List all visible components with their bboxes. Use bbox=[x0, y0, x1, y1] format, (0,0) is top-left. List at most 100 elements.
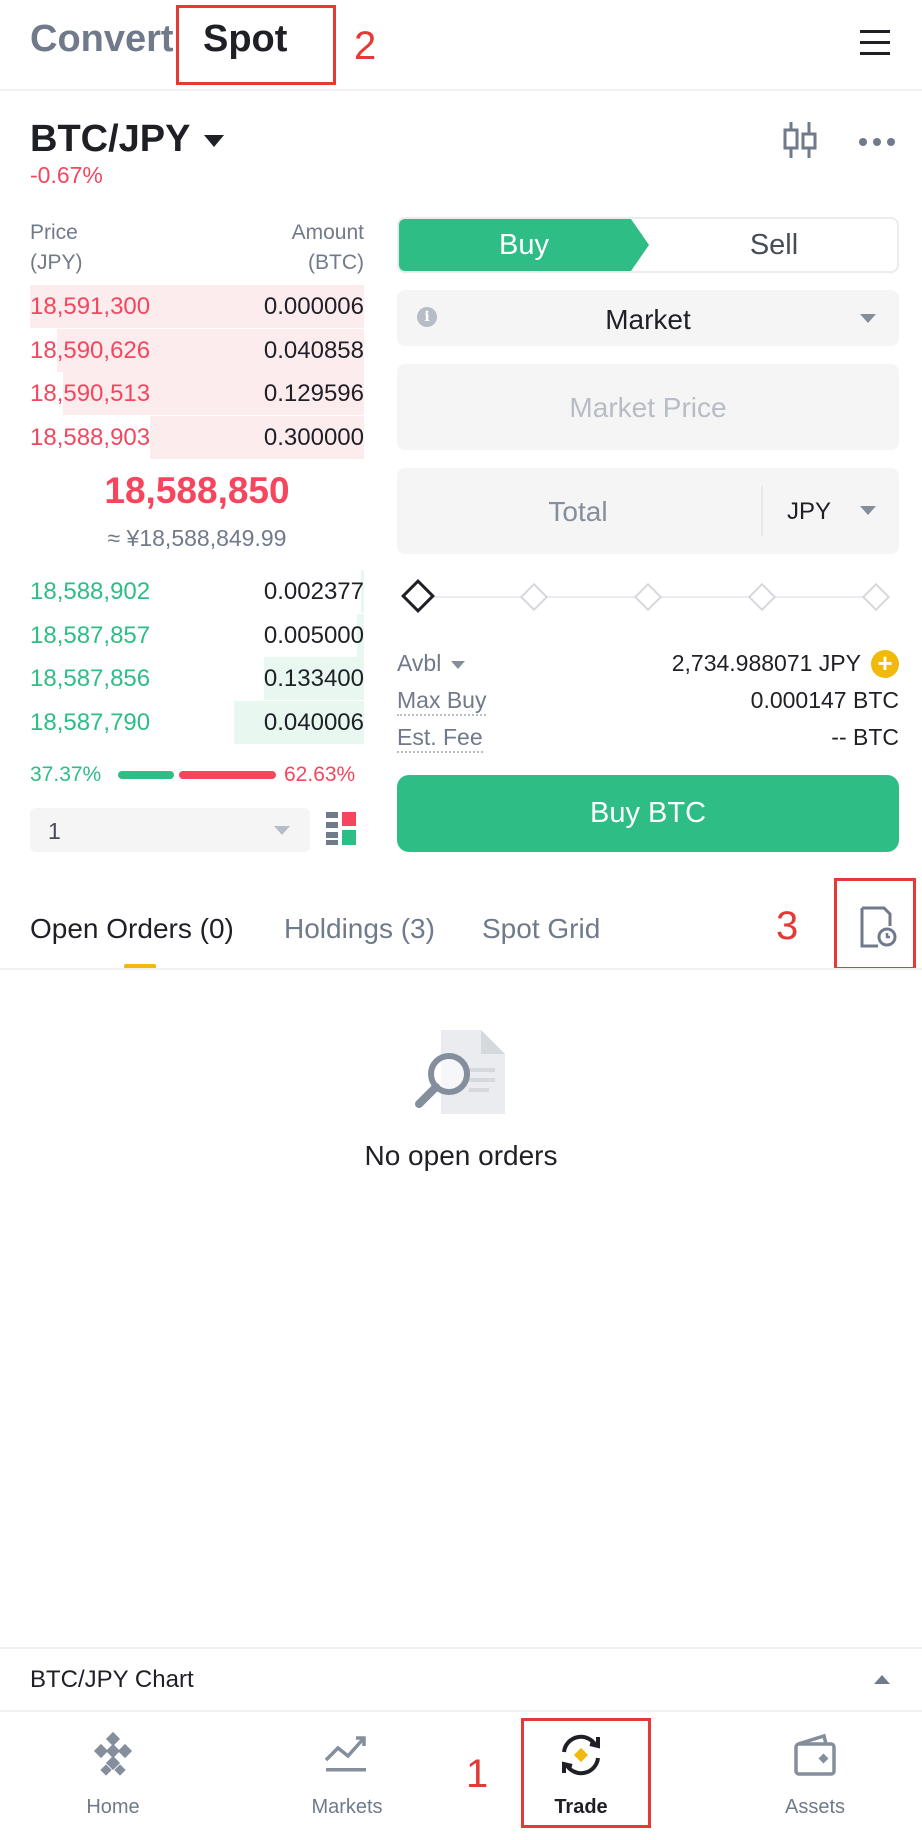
slider-step-50[interactable] bbox=[633, 582, 663, 612]
sell-ratio: 62.63% bbox=[284, 763, 356, 786]
bid-amount: 0.133400 bbox=[263, 665, 364, 692]
orderbook-price-header: Price (JPY) bbox=[30, 218, 83, 278]
ask-row[interactable]: 18,588,903 0.300000 bbox=[30, 415, 364, 459]
bid-row[interactable]: 18,587,857 0.005000 bbox=[30, 613, 364, 657]
ask-price: 18,590,626 bbox=[30, 336, 151, 364]
order-history-icon[interactable] bbox=[858, 906, 898, 953]
est-fee-value: -- BTC bbox=[831, 724, 899, 750]
more-options-icon[interactable] bbox=[858, 134, 896, 152]
orderbook-amount-header: Amount (BTC) bbox=[234, 218, 364, 278]
bid-row[interactable]: 18,588,902 0.002377 bbox=[30, 570, 364, 613]
max-buy-row: Max Buy 0.000147 BTC bbox=[397, 687, 899, 721]
binance-logo-icon bbox=[93, 1731, 133, 1776]
nav-assets-label: Assets bbox=[784, 1796, 846, 1818]
slider-step-75[interactable] bbox=[747, 582, 777, 612]
ask-row[interactable]: 18,590,513 0.129596 bbox=[30, 372, 364, 415]
buy-btc-button[interactable]: Buy BTC bbox=[397, 775, 899, 852]
avbl-label-text: Avbl bbox=[397, 650, 442, 676]
bid-price: 18,587,790 bbox=[30, 708, 151, 736]
bid-amount: 0.040006 bbox=[263, 708, 364, 736]
empty-state-message: No open orders bbox=[364, 1140, 558, 1171]
annotation-number-2: 2 bbox=[354, 24, 377, 68]
bid-row[interactable]: 18,587,790 0.040006 bbox=[30, 700, 364, 744]
total-field: Total JPY bbox=[397, 468, 899, 554]
total-input[interactable]: Total bbox=[397, 496, 759, 528]
chart-bar-label: BTC/JPY Chart bbox=[30, 1666, 194, 1693]
ask-row[interactable]: 18,590,626 0.040858 bbox=[30, 328, 364, 372]
add-funds-icon[interactable]: + bbox=[871, 650, 899, 678]
bid-amount: 0.005000 bbox=[263, 621, 364, 649]
chevron-down-icon bbox=[860, 314, 876, 323]
nav-divider bbox=[0, 1710, 922, 1712]
candlestick-chart-icon[interactable] bbox=[782, 120, 818, 165]
price-field: Market Price bbox=[397, 364, 899, 450]
available-balance-row: Avbl 2,734.988071 JPY + bbox=[397, 650, 899, 684]
order-type-select[interactable]: i Market bbox=[397, 290, 899, 346]
sell-ratio-bar bbox=[179, 771, 276, 779]
last-price: 18,588,850 bbox=[104, 470, 290, 511]
bid-price: 18,587,856 bbox=[30, 665, 151, 692]
amount-header-unit: (BTC) bbox=[308, 251, 364, 274]
ask-row[interactable]: 18,591,300 0.000006 bbox=[30, 285, 364, 328]
nav-markets-label: Markets bbox=[311, 1796, 383, 1818]
pair-symbol: BTC/JPY bbox=[30, 118, 191, 160]
tab-holdings[interactable]: Holdings (3) bbox=[284, 913, 435, 945]
last-price-fiat: ≈ ¥18,588,849.99 bbox=[107, 525, 287, 551]
highlight-box-trade bbox=[521, 1718, 651, 1828]
avbl-value: 2,734.988071 JPY bbox=[671, 650, 861, 676]
price-change: -0.67% bbox=[30, 162, 103, 188]
bid-row[interactable]: 18,587,856 0.133400 bbox=[30, 657, 364, 700]
wallet-icon bbox=[794, 1733, 836, 1776]
ask-price: 18,591,300 bbox=[30, 293, 151, 320]
ask-amount: 0.300000 bbox=[263, 423, 364, 451]
buy-ratio: 37.37% bbox=[30, 763, 102, 786]
est-fee-label: Est. Fee bbox=[397, 724, 483, 753]
annotation-number-3: 3 bbox=[776, 904, 799, 948]
annotation-number-1: 1 bbox=[466, 1752, 489, 1796]
search-document-icon bbox=[413, 1028, 505, 1125]
tab-convert[interactable]: Convert bbox=[30, 18, 174, 61]
chevron-down-icon bbox=[204, 134, 225, 147]
pair-selector[interactable]: BTC/JPY bbox=[30, 118, 225, 161]
buy-ratio-bar bbox=[118, 771, 174, 779]
depth-selector[interactable]: 1 bbox=[30, 808, 310, 852]
menu-icon[interactable] bbox=[860, 27, 890, 62]
nav-home-label: Home bbox=[86, 1796, 140, 1818]
chevron-down-icon bbox=[451, 660, 466, 669]
price-header-label: Price bbox=[30, 221, 78, 244]
slider-handle[interactable] bbox=[401, 579, 435, 613]
orders-divider bbox=[0, 968, 922, 970]
total-field-divider bbox=[761, 486, 763, 536]
bid-price: 18,587,857 bbox=[30, 621, 151, 649]
depth-value: 1 bbox=[48, 818, 61, 844]
slider-step-100[interactable] bbox=[861, 582, 891, 612]
order-type-value: Market bbox=[605, 304, 691, 335]
total-currency-select[interactable]: JPY bbox=[787, 498, 831, 526]
price-field-placeholder: Market Price bbox=[569, 392, 727, 423]
ask-price: 18,588,903 bbox=[30, 423, 151, 451]
ask-amount: 0.000006 bbox=[263, 293, 364, 320]
tab-open-orders[interactable]: Open Orders (0) bbox=[30, 913, 234, 945]
chevron-down-icon bbox=[274, 826, 290, 835]
max-buy-value: 0.000147 BTC bbox=[750, 687, 899, 713]
chevron-down-icon bbox=[860, 506, 876, 515]
max-buy-label: Max Buy bbox=[397, 687, 487, 716]
buy-sell-toggle: Buy Sell bbox=[397, 217, 899, 273]
ask-amount: 0.040858 bbox=[263, 336, 364, 364]
ask-amount: 0.129596 bbox=[263, 380, 364, 407]
avbl-label[interactable]: Avbl bbox=[397, 650, 466, 677]
price-header-unit: (JPY) bbox=[30, 251, 83, 274]
orderbook-layout-icon[interactable] bbox=[326, 812, 358, 851]
slider-step-25[interactable] bbox=[519, 582, 549, 612]
sell-tab[interactable]: Sell bbox=[649, 219, 897, 271]
est-fee-row: Est. Fee -- BTC bbox=[397, 724, 899, 758]
ask-price: 18,590,513 bbox=[30, 380, 151, 407]
bid-price: 18,588,902 bbox=[30, 578, 151, 605]
amount-header-label: Amount bbox=[291, 221, 364, 244]
tab-spot-grid[interactable]: Spot Grid bbox=[482, 913, 600, 945]
buy-tab[interactable]: Buy bbox=[399, 219, 649, 271]
chevron-up-icon[interactable] bbox=[874, 1675, 890, 1684]
header-divider bbox=[0, 89, 922, 91]
highlight-box-spot bbox=[176, 5, 336, 85]
bid-amount: 0.002377 bbox=[263, 578, 364, 605]
